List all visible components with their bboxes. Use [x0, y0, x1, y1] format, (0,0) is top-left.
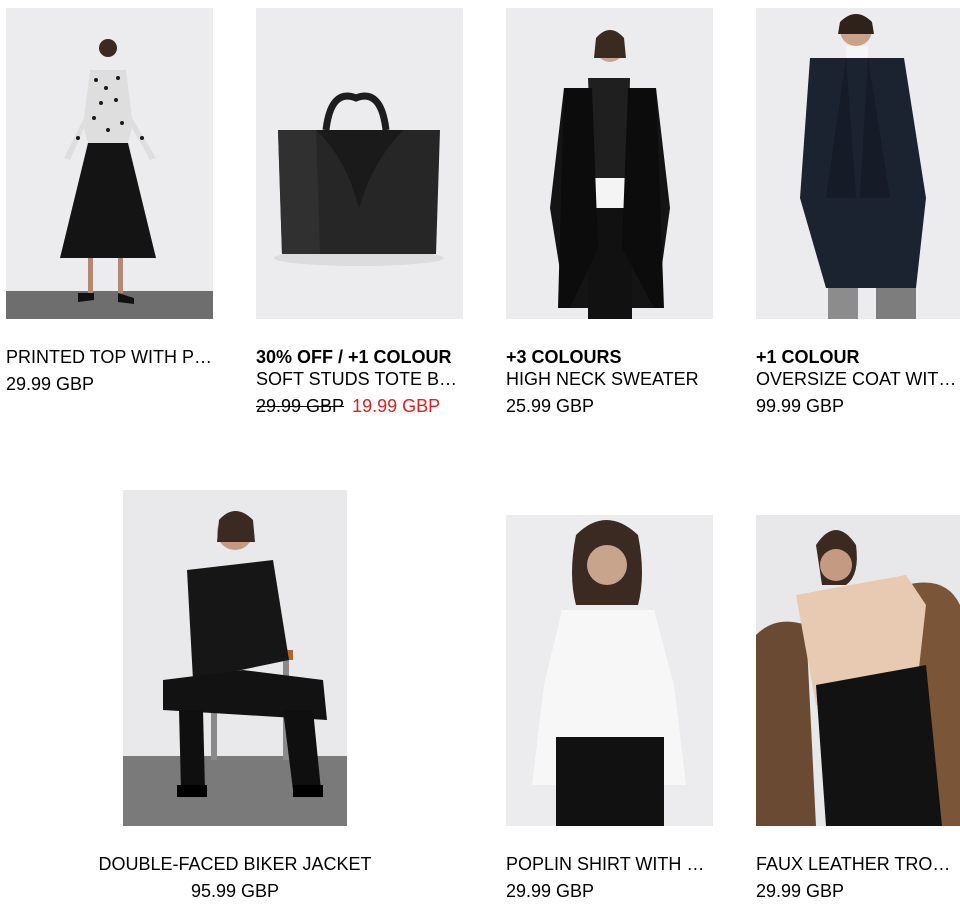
product-image[interactable] [506, 515, 713, 826]
product-price: 29.99 GBP [6, 374, 95, 394]
product-promo-label: 30% OFF / +1 COLOUR [256, 347, 452, 367]
product-price: 29.99 GBP [506, 881, 595, 901]
product-image[interactable] [506, 8, 713, 319]
product-price: 25.99 GBP [506, 396, 595, 416]
original-price: 29.99 GBP [256, 396, 345, 416]
sale-price: 19.99 GBP [352, 396, 441, 416]
product-price: 99.99 GBP [756, 396, 845, 416]
product-name[interactable]: OVERSIZE COAT WITH BELT [756, 368, 960, 390]
product-name[interactable]: POPLIN SHIRT WITH LACE TRIMS [506, 853, 713, 875]
product-name[interactable]: FAUX LEATHER TROUSERS [756, 853, 960, 875]
product-image[interactable] [6, 8, 213, 319]
product-price: 29.99 GBP [756, 881, 845, 901]
product-image[interactable] [756, 515, 960, 826]
product-grid: PRINTED TOP WITH PLEATED SKIRT 29.99 GBP… [0, 0, 960, 924]
product-image[interactable] [256, 8, 463, 319]
product-name[interactable]: PRINTED TOP WITH PLEATED SKIRT [6, 346, 213, 368]
product-image[interactable] [123, 490, 347, 826]
product-name[interactable]: SOFT STUDS TOTE BAG [256, 368, 463, 390]
product-name[interactable]: DOUBLE-FACED BIKER JACKET [70, 853, 400, 875]
product-price: 95.99 GBP [190, 881, 280, 901]
product-promo-label: +1 COLOUR [756, 347, 860, 367]
product-name[interactable]: HIGH NECK SWEATER [506, 368, 713, 390]
product-price: 29.99 GBP 19.99 GBP [256, 395, 463, 417]
product-promo-label: +3 COLOURS [506, 347, 622, 367]
product-image[interactable] [756, 8, 960, 319]
